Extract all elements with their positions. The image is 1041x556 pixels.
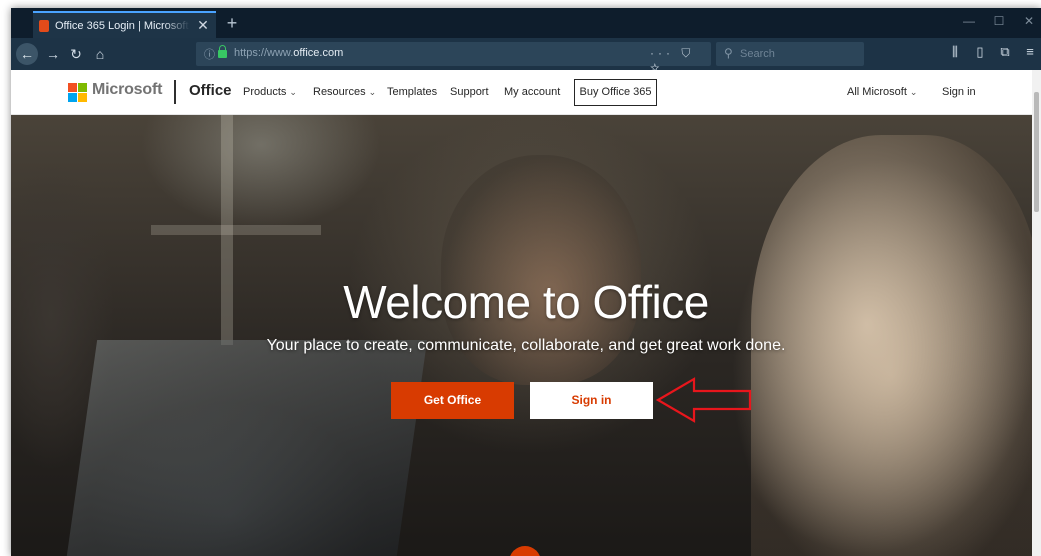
search-icon: ⚲ (724, 46, 733, 60)
nav-my-account[interactable]: My account (504, 86, 560, 98)
screenshot-icon[interactable]: ⧉ (996, 44, 1014, 60)
hero-background-photo (11, 115, 1041, 556)
chevron-down-icon: ⌄ (368, 87, 377, 97)
home-icon[interactable]: ⌂ (91, 45, 109, 63)
minimize-button[interactable]: — (959, 14, 979, 28)
nav-resources[interactable]: Resources ⌄ (313, 86, 376, 98)
office-home-link[interactable]: Office (189, 82, 232, 99)
close-window-button[interactable]: ✕ (1019, 14, 1039, 28)
chevron-down-icon: ⌄ (909, 87, 918, 97)
all-microsoft-menu[interactable]: All Microsoft ⌄ (847, 86, 917, 98)
hero-banner: Welcome to Office Your place to create, … (11, 115, 1041, 556)
nav-templates[interactable]: Templates (387, 86, 437, 98)
reload-icon[interactable]: ↻ (67, 45, 85, 63)
arrow-right-icon[interactable]: → (44, 45, 62, 63)
scrollbar-thumb[interactable] (1034, 92, 1039, 212)
nav-products[interactable]: Products ⌄ (243, 86, 297, 98)
search-placeholder: Search (740, 48, 775, 60)
maximize-button[interactable]: ☐ (989, 14, 1009, 28)
site-header: Microsoft Office Products ⌄ Resources ⌄ Te… (11, 70, 1041, 115)
nav-support[interactable]: Support (450, 86, 489, 98)
arrow-left-icon[interactable]: ← (16, 43, 38, 65)
office-favicon-icon (39, 19, 49, 32)
hero-subtitle: Your place to create, communicate, colla… (266, 337, 786, 354)
header-sign-in-link[interactable]: Sign in (942, 86, 976, 98)
annotation-arrow-icon (656, 377, 752, 423)
tab-title: Office 365 Login | Microsoft Office (55, 19, 190, 32)
hamburger-menu-icon[interactable]: ≡ (1021, 44, 1039, 59)
url-text[interactable]: https://www.office.com (234, 47, 343, 59)
microsoft-logo-icon[interactable] (68, 83, 87, 102)
header-divider (174, 80, 176, 104)
browser-tab[interactable]: Office 365 Login | Microsoft Office ✕ (33, 11, 216, 38)
get-office-button[interactable]: Get Office (391, 382, 514, 419)
new-tab-button[interactable]: + (222, 13, 242, 34)
library-icon[interactable]: ⫼ (946, 44, 964, 60)
tab-close-icon[interactable]: ✕ (196, 17, 210, 34)
buy-office-button[interactable]: Buy Office 365 (574, 79, 657, 106)
sign-in-button[interactable]: Sign in (530, 382, 653, 419)
lock-icon[interactable] (218, 45, 227, 58)
address-bar[interactable]: ⓘ https://www.office.com ··· ⛉ ☆ (196, 42, 711, 75)
search-bar[interactable]: ⚲ Search (716, 42, 864, 66)
microsoft-brand[interactable]: Microsoft (92, 81, 162, 99)
browser-window: Office 365 Login | Microsoft Office ✕ + … (11, 8, 1041, 556)
page-scrollbar[interactable] (1032, 70, 1041, 556)
navigation-toolbar: ← → ↻ ⌂ ⓘ https://www.office.com ··· ⛉ ☆… (11, 38, 1041, 75)
chevron-down-icon: ⌄ (289, 87, 297, 97)
hero-title: Welcome to Office (343, 276, 709, 328)
sidebar-icon[interactable]: ▯ (971, 44, 989, 60)
tab-strip: Office 365 Login | Microsoft Office ✕ + … (11, 8, 1041, 38)
info-icon[interactable]: ⓘ (204, 46, 215, 62)
